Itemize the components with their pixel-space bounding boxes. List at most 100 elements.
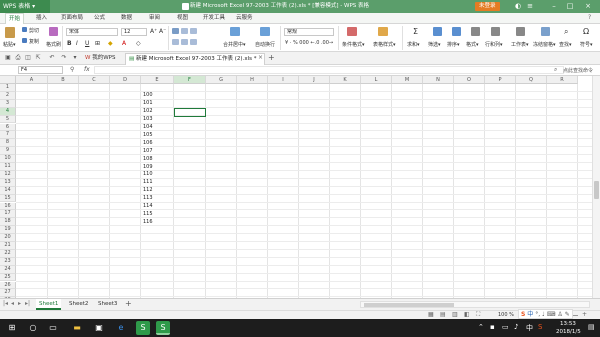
worksheet-button[interactable]: 工作表▾ — [511, 41, 529, 48]
column-header-q[interactable]: Q — [516, 76, 547, 84]
cell-e10[interactable]: 108 — [143, 156, 153, 162]
sort-icon[interactable] — [452, 27, 461, 36]
row-header-12[interactable]: 12 — [0, 170, 16, 179]
customize-icon[interactable]: ▾ — [71, 54, 79, 62]
row-column-icon[interactable] — [491, 27, 500, 36]
command-search-input[interactable]: 点此查找命令 — [563, 67, 593, 74]
tray-chevron-icon[interactable]: ⌃ — [478, 323, 484, 331]
ime-keyboard-icon[interactable]: ⌨ — [547, 311, 556, 318]
cell-e3[interactable]: 101 — [143, 100, 153, 106]
print-icon[interactable]: ⎙ — [14, 54, 22, 62]
login-button[interactable]: 未登录 — [475, 2, 500, 11]
font-family-select[interactable]: 宋体 — [66, 28, 118, 36]
row-header-23[interactable]: 23 — [0, 257, 16, 266]
row-header-17[interactable]: 17 — [0, 210, 16, 219]
search-circle-icon[interactable]: ○ — [26, 321, 40, 335]
tab-home[interactable]: 开始 — [5, 13, 25, 24]
cell-e12[interactable]: 110 — [143, 171, 153, 177]
sogou-tray-icon[interactable]: S — [538, 323, 542, 331]
zoom-search-icon[interactable]: ⚲ — [70, 66, 74, 73]
sogou-logo-icon[interactable]: S — [521, 311, 525, 318]
format-painter-button[interactable]: 格式刷 — [46, 41, 61, 48]
paste-button[interactable]: 粘贴▾ — [3, 41, 16, 48]
spreadsheet-grid[interactable]: ABCDEFGHIJKLMNOPQR 1 2 3 4 5 6 7 8 9 10 11 12 13 14 15… — [0, 76, 600, 298]
file-explorer-icon[interactable]: ▬ — [70, 321, 84, 335]
underline-button[interactable]: U — [85, 40, 89, 47]
row-header-21[interactable]: 21 — [0, 242, 16, 250]
find-button[interactable]: 查找▾ — [559, 41, 572, 48]
zoom-in-icon[interactable]: + — [582, 311, 587, 318]
clock-time[interactable]: 13:53 — [560, 321, 576, 327]
row-header-27[interactable]: 27 — [0, 289, 16, 298]
formula-input[interactable] — [94, 66, 564, 74]
selected-cell-highlight[interactable] — [174, 107, 206, 117]
new-tab-icon[interactable]: + — [268, 53, 275, 62]
row-header-11[interactable]: 11 — [0, 163, 16, 171]
maximize-icon[interactable]: □ — [564, 0, 576, 13]
worksheet-icon[interactable] — [516, 27, 525, 36]
help-icon[interactable]: ? — [588, 14, 591, 21]
column-header-l[interactable]: L — [361, 76, 392, 84]
row-header-24[interactable]: 24 — [0, 265, 16, 274]
column-header-e[interactable]: E — [141, 76, 174, 84]
column-header-d[interactable]: D — [110, 76, 141, 84]
cell-e7[interactable]: 105 — [143, 132, 153, 138]
minimize-icon[interactable]: – — [548, 0, 560, 13]
currency-icon[interactable]: ¥ · % 000 ←.0 .00→ — [285, 40, 333, 46]
tab-data[interactable]: 数据 — [118, 13, 135, 24]
store-icon[interactable]: ▣ — [92, 321, 106, 335]
network-icon[interactable]: ▭ — [502, 323, 509, 331]
row-header-6[interactable]: 6 — [0, 123, 16, 132]
column-header-c[interactable]: C — [79, 76, 110, 84]
column-header-g[interactable]: G — [206, 76, 237, 84]
view-read-icon[interactable]: ◧ — [464, 311, 470, 318]
column-header-h[interactable]: H — [237, 76, 268, 84]
sum-icon[interactable]: Σ — [413, 27, 418, 36]
align-center-icon[interactable] — [181, 39, 188, 45]
row-header-3[interactable]: 3 — [0, 99, 16, 108]
notification-icon[interactable]: ▤ — [588, 323, 595, 331]
sort-button[interactable]: 排序▾ — [447, 41, 460, 48]
windows-start-icon[interactable]: ⊞ — [5, 321, 19, 335]
column-header-o[interactable]: O — [454, 76, 485, 84]
align-left-icon[interactable] — [172, 39, 179, 45]
cut-button[interactable]: 剪切 — [29, 27, 39, 34]
ime-skin-icon[interactable]: ✎ — [565, 311, 570, 318]
ime-person-icon[interactable]: ♙ — [557, 311, 562, 318]
symbol-icon[interactable]: Ω — [583, 27, 589, 36]
view-page-icon[interactable]: ▤ — [440, 311, 446, 318]
wps-spreadsheet-icon[interactable]: S — [156, 321, 170, 335]
wps-app-menu-button[interactable]: WPS 表格 ▾ — [0, 0, 50, 13]
taskbar-ime-indicator[interactable]: 中 — [526, 323, 533, 333]
number-format-select[interactable]: 常规 — [284, 28, 334, 36]
row-header-19[interactable]: 19 — [0, 226, 16, 235]
tab-developer[interactable]: 开发工具 — [200, 13, 228, 24]
freeze-panes-icon[interactable] — [541, 27, 550, 36]
column-header-r[interactable]: R — [547, 76, 578, 84]
volume-icon[interactable]: ♪ — [514, 323, 518, 331]
row-header-22[interactable]: 22 — [0, 249, 16, 258]
row-header-15[interactable]: 15 — [0, 194, 16, 203]
font-color-icon[interactable]: A — [122, 40, 126, 47]
tab-formulas[interactable]: 公式 — [91, 13, 108, 24]
cell-e11[interactable]: 109 — [143, 164, 153, 170]
sum-button[interactable]: 求和▾ — [407, 41, 420, 48]
close-icon[interactable]: × — [582, 0, 594, 13]
row-header-2[interactable]: 2 — [0, 91, 16, 100]
row-header-7[interactable]: 7 — [0, 131, 16, 140]
row-header-26[interactable]: 26 — [0, 281, 16, 290]
column-header-a[interactable]: A — [16, 76, 48, 84]
row-column-button[interactable]: 行和列▾ — [485, 41, 503, 48]
tab-cloud[interactable]: 云服务 — [233, 13, 256, 24]
task-view-icon[interactable]: ▭ — [46, 321, 60, 335]
name-box[interactable]: F4 — [18, 66, 63, 74]
row-header-13[interactable]: 13 — [0, 178, 16, 187]
undo-icon[interactable]: ↶ — [48, 54, 56, 62]
hscroll-thumb[interactable] — [364, 303, 454, 307]
tab-review[interactable]: 审阅 — [146, 13, 163, 24]
border-icon[interactable]: ⊞ — [95, 40, 100, 47]
filter-icon[interactable] — [433, 27, 442, 36]
column-header-b[interactable]: B — [48, 76, 79, 84]
format-icon[interactable] — [471, 27, 480, 36]
row-header-14[interactable]: 14 — [0, 186, 16, 195]
